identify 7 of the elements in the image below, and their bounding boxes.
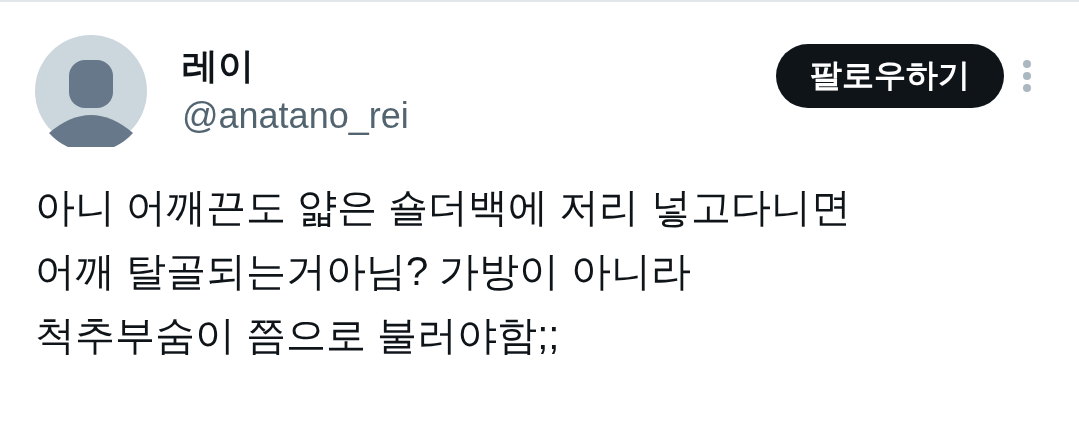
author-handle: @anatano_rei — [182, 94, 409, 138]
post-text: 어깨 탈골되는거아님? 가방이 아니라 — [35, 248, 691, 295]
more-icon[interactable] — [1022, 59, 1032, 93]
post-text: 척추부숨이 쯤으로 불러야함;; — [35, 312, 560, 359]
author-name: 레이 — [182, 44, 255, 88]
post-text: 아니 어깨끈도 얇은 숄더백에 저리 넣고다니면 — [35, 184, 851, 231]
follow-button[interactable]: 팔로우하기 — [776, 44, 1004, 108]
